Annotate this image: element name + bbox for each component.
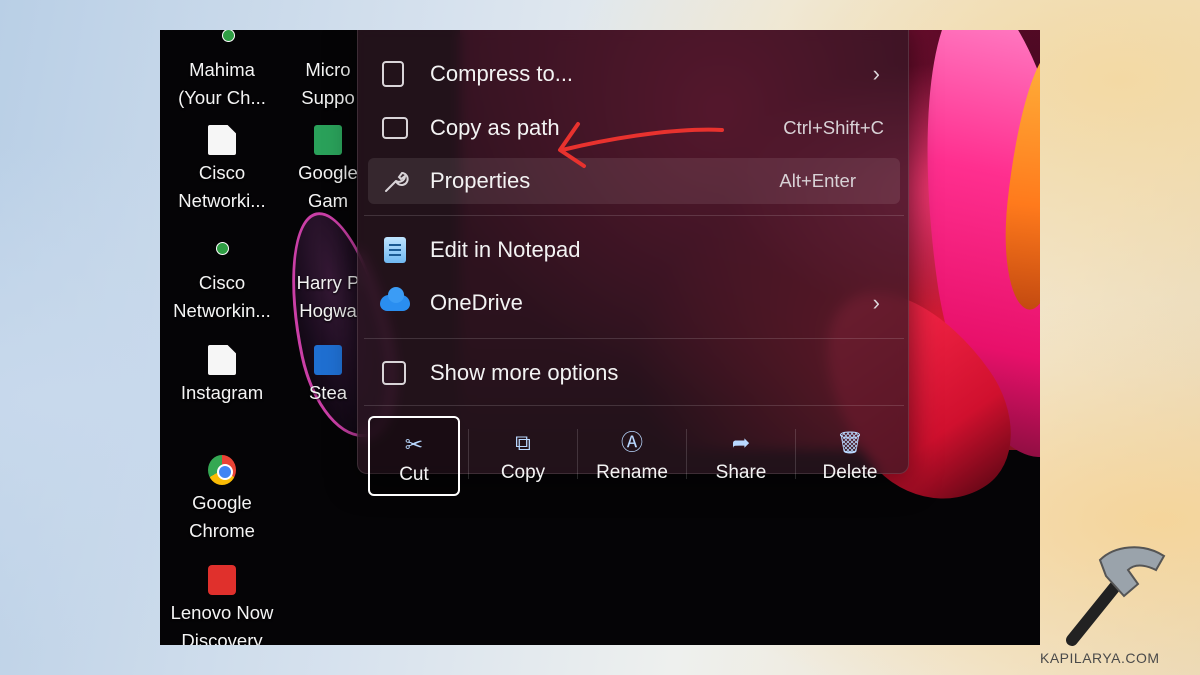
- hammer-logo-icon: [1066, 546, 1166, 646]
- watermark-text: KAPILARYA.COM: [1040, 650, 1160, 666]
- annotation-arrow: [558, 122, 724, 168]
